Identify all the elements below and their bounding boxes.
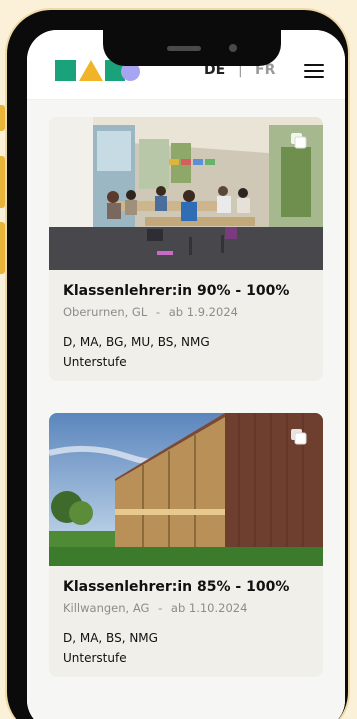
speaker-grille: [167, 46, 201, 51]
job-subjects: D, MA, BS, NMG: [63, 631, 158, 645]
logo-yellow-triangle: [79, 60, 103, 81]
job-meta: Oberurnen, GL - ab 1.9.2024: [63, 305, 309, 319]
job-meta-separator: -: [158, 601, 163, 615]
job-card[interactable]: Klassenlehrer:in 90% - 100% Oberurnen, G…: [49, 117, 323, 381]
job-card[interactable]: Klassenlehrer:in 85% - 100% Killwangen, …: [49, 413, 323, 677]
job-start-date: ab 1.9.2024: [168, 305, 238, 319]
phone-frame: DE | FR Klassenlehrer:in 90% - 100% Ober…: [5, 8, 350, 719]
job-card-body: Klassenlehrer:in 90% - 100% Oberurnen, G…: [49, 270, 323, 381]
job-start-date: ab 1.10.2024: [170, 601, 248, 615]
phone-screen: DE | FR Klassenlehrer:in 90% - 100% Ober…: [27, 30, 345, 719]
job-subjects: D, MA, BG, MU, BS, NMG: [63, 335, 210, 349]
classroom-photo: [49, 117, 323, 270]
phone-notch: [103, 28, 281, 66]
job-level: Unterstufe: [63, 651, 127, 665]
job-title[interactable]: Klassenlehrer:in 90% - 100%: [63, 283, 309, 299]
job-card-body: Klassenlehrer:in 85% - 100% Killwangen, …: [49, 566, 323, 677]
copy-icon[interactable]: [289, 131, 309, 151]
hamburger-icon[interactable]: [304, 64, 324, 78]
job-level: Unterstufe: [63, 355, 127, 369]
job-list: Klassenlehrer:in 90% - 100% Oberurnen, G…: [27, 100, 345, 719]
job-meta-separator: -: [155, 305, 161, 319]
logo-green-square: [55, 60, 76, 81]
job-title[interactable]: Klassenlehrer:in 85% - 100%: [63, 579, 309, 595]
front-camera: [229, 44, 237, 52]
copy-icon[interactable]: [289, 427, 309, 447]
job-meta: Killwangen, AG - ab 1.10.2024: [63, 601, 309, 615]
job-location: Oberurnen, GL: [63, 305, 148, 319]
school-building-photo: [49, 413, 323, 566]
job-location: Killwangen, AG: [63, 601, 150, 615]
